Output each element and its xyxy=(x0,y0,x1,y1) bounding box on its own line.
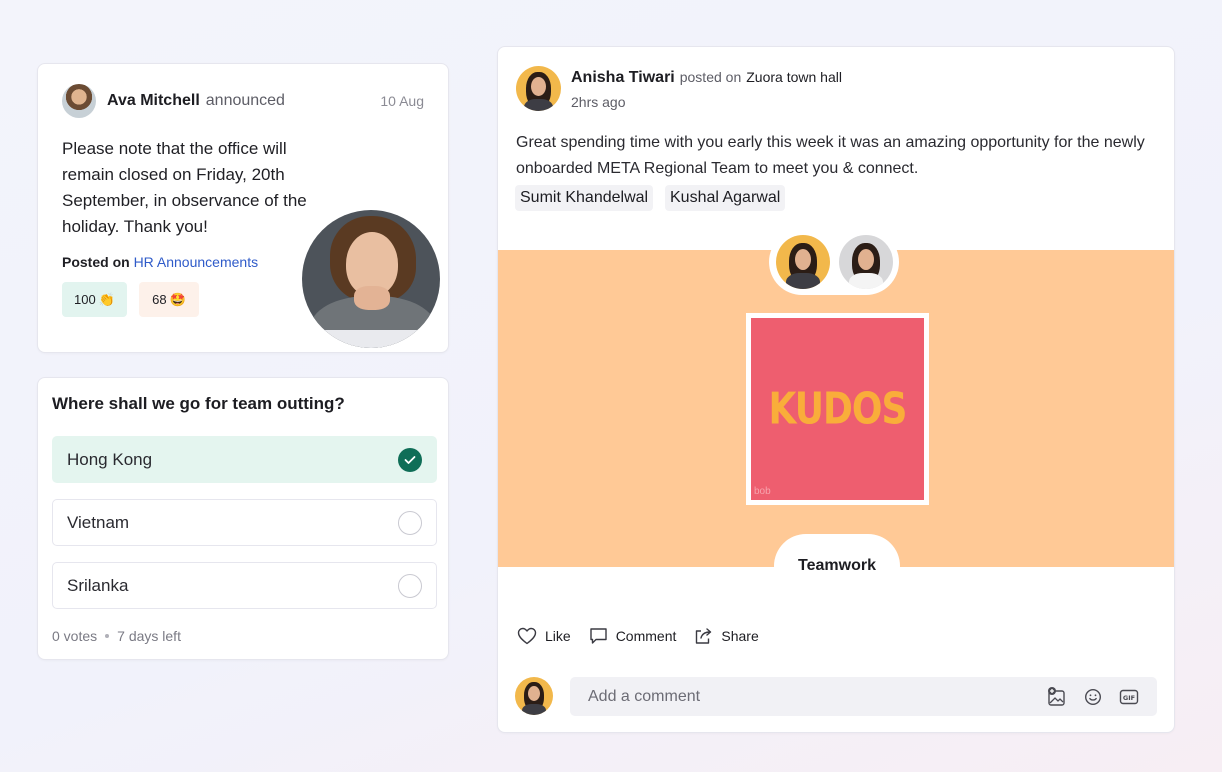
reaction-count: 100 xyxy=(74,292,96,307)
like-label: Like xyxy=(545,628,571,644)
mention-tag[interactable]: Kushal Agarwal xyxy=(665,185,786,211)
post-verb: posted on xyxy=(679,69,742,85)
poll-option-label: Hong Kong xyxy=(67,449,153,469)
comment-label: Comment xyxy=(615,628,677,644)
add-image-icon[interactable] xyxy=(1047,686,1067,707)
post-timestamp: 2hrs ago xyxy=(571,94,626,110)
comment-icon xyxy=(589,628,607,644)
svg-text:GIF: GIF xyxy=(1123,694,1135,702)
author-name[interactable]: Ava Mitchell xyxy=(107,92,200,110)
announcement-photo xyxy=(302,210,440,348)
recipient-avatar[interactable] xyxy=(838,235,893,289)
poll-time-left: 7 days left xyxy=(117,628,181,644)
mention-tag[interactable]: Sumit Khandelwal xyxy=(515,185,654,211)
author-avatar[interactable] xyxy=(62,84,96,118)
poll-meta: 0 votes 7 days left xyxy=(52,628,181,644)
comment-input[interactable] xyxy=(588,687,1047,706)
separator-dot xyxy=(105,634,110,638)
kudos-recipients xyxy=(769,229,899,295)
poll-option-label: Vietnam xyxy=(67,512,130,532)
post-card: Anisha Tiwari posted on Zuora town hall … xyxy=(497,46,1175,733)
poll-votes: 0 votes xyxy=(52,628,98,644)
poll-option-hong-kong[interactable]: Hong Kong xyxy=(52,436,437,483)
announcement-header: Ava Mitchell announced 10 Aug xyxy=(62,84,424,118)
announcement-body: Please note that the office will remain … xyxy=(62,139,307,236)
clap-icon: 👏 xyxy=(98,291,115,307)
post-channel-link[interactable]: Zuora town hall xyxy=(746,69,842,85)
current-user-avatar xyxy=(515,677,553,715)
poll-option-label: Srilanka xyxy=(67,575,129,595)
announcement-date: 10 Aug xyxy=(380,93,424,109)
post-header: Anisha Tiwari posted on Zuora town hall xyxy=(571,69,842,87)
announcement-verb: announced xyxy=(205,92,285,109)
star-struck-icon: 🤩 xyxy=(169,291,186,307)
poll-card: Where shall we go for team outting? Hong… xyxy=(37,377,449,660)
like-button[interactable]: Like xyxy=(517,627,571,645)
post-actions: Like Comment Share xyxy=(517,627,777,645)
share-label: Share xyxy=(721,628,759,644)
kudos-brand-logo: bob xyxy=(754,486,771,497)
share-button[interactable]: Share xyxy=(694,627,759,645)
comment-tools: GIF xyxy=(1047,686,1139,707)
announcement-card: Ava Mitchell announced 10 Aug Please not… xyxy=(37,63,449,353)
post-author-avatar[interactable] xyxy=(516,66,561,111)
kudos-value-badge: Teamwork xyxy=(774,534,900,598)
recipient-avatar[interactable] xyxy=(775,235,830,289)
poll-option-vietnam[interactable]: Vietnam xyxy=(52,499,437,546)
comment-box: GIF xyxy=(570,677,1157,716)
kudos-card-face: KUDOS bob xyxy=(751,318,924,500)
kudos-title: KUDOS xyxy=(768,384,908,434)
poll-question: Where shall we go for team outting? xyxy=(52,394,345,413)
radio-icon[interactable] xyxy=(398,573,422,598)
radio-icon[interactable] xyxy=(398,510,422,535)
posted-on-label: Posted on xyxy=(62,254,130,270)
reaction-count: 68 xyxy=(152,292,167,307)
check-icon[interactable] xyxy=(398,447,422,472)
kudos-card: KUDOS bob xyxy=(746,313,929,505)
post-author-name[interactable]: Anisha Tiwari xyxy=(571,69,675,87)
heart-icon xyxy=(517,627,537,645)
share-icon xyxy=(696,628,712,644)
gif-icon[interactable]: GIF xyxy=(1119,688,1139,706)
announcement-posted-on: Posted on HR Announcements xyxy=(62,254,258,270)
channel-link[interactable]: HR Announcements xyxy=(134,254,259,270)
comment-button[interactable]: Comment xyxy=(589,627,677,645)
reaction-star-struck[interactable]: 68 🤩 xyxy=(139,282,199,317)
poll-option-srilanka[interactable]: Srilanka xyxy=(52,562,437,609)
emoji-icon[interactable] xyxy=(1084,688,1102,706)
reaction-clap[interactable]: 100 👏 xyxy=(62,282,127,317)
post-body: Great spending time with you early this … xyxy=(516,134,1145,177)
